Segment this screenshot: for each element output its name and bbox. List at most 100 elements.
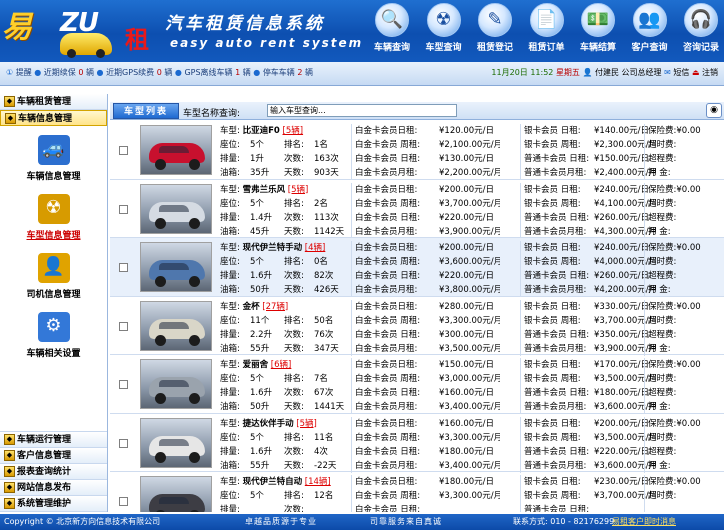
sidebar-item[interactable]: ◆ 客户信息管理	[0, 448, 107, 464]
nav-item[interactable]: ☢ 车型查询	[420, 3, 468, 61]
sidebar-item[interactable]: ◆ 车辆信息管理	[0, 110, 107, 126]
gpsoff-link[interactable]: GPS离线车辆	[184, 68, 232, 77]
price-value: ¥2,200.00元/月	[439, 168, 500, 178]
fee-text: 超时费:	[648, 198, 677, 209]
type-label: 车型:	[220, 418, 240, 429]
price-value: ¥3,500.00元/月	[439, 343, 500, 354]
sidebar-item[interactable]: ◆ 报表查询统计	[0, 464, 107, 480]
days-value: 347天	[314, 343, 339, 354]
price-value: ¥230.00元/日	[594, 477, 650, 487]
nav-item[interactable]: 👥 客户查询	[626, 3, 674, 61]
row-checkbox[interactable]	[119, 438, 128, 448]
row-checkbox[interactable]	[119, 497, 128, 506]
nav-label: 车辆查询	[373, 43, 410, 53]
disp-value: 1升	[250, 154, 264, 164]
days-value: 1441天	[314, 402, 345, 412]
tank-value: 45升	[250, 226, 270, 237]
sidebar-subitem[interactable]: ☢ 车型信息管理	[0, 194, 107, 244]
row-checkbox[interactable]	[119, 380, 128, 389]
car-type-icon: ☢	[37, 194, 70, 224]
car-specs: 车型: 现代伊兰特自动 [14辆]座位:5个排名:12名排量:次数:油箱:天数:	[220, 475, 345, 512]
table-row[interactable]: 车型: 雪弗兰乐风 [5辆] 座位: 5个 排名: 2名 排量: 1.4升 次数: 113次 油箱…	[110, 180, 724, 239]
search-label: 车型名称查询:	[183, 109, 241, 119]
rank-value: 7名	[314, 374, 328, 384]
car-count[interactable]: [27辆]	[262, 302, 288, 312]
price-label: 银卡会员 日租:	[524, 126, 581, 136]
sidebar-item[interactable]: ◆ 车辆租赁管理	[0, 94, 107, 110]
sidebar-item[interactable]: ◆ 系统管理维护	[0, 496, 107, 512]
footer-chat-link[interactable]: 易租客户即时消息	[612, 514, 676, 530]
row-line: 保险费:¥0.00	[648, 124, 724, 138]
headset-icon: 🎧	[684, 3, 718, 37]
table-row[interactable]: 车型: 爱丽舍 [6辆] 座位: 5个 排名: 7名 排量: 1.6升 次数: 67次 油箱: 50…	[110, 355, 724, 414]
row-checkbox[interactable]	[119, 321, 128, 331]
table-row[interactable]: 车型: 现代伊兰特手动 [4辆] 座位: 5个 排名: 0名 排量: 1.6升 次数: 82次油…	[110, 238, 724, 297]
search-button[interactable]: ◉	[706, 103, 722, 118]
row-checkbox[interactable]	[119, 146, 128, 155]
nav-item[interactable]: 🎧 咨询记录	[677, 3, 724, 61]
car-count[interactable]: [5辆]	[296, 419, 317, 429]
fee-text: 超程费:	[648, 329, 677, 340]
price-value: ¥3,700.00元/月	[439, 198, 500, 209]
car-count[interactable]: [6辆]	[271, 360, 292, 370]
sidebar-subitem-label: 车型信息管理	[26, 231, 81, 241]
nav-item[interactable]: ✎ 租赁登记	[471, 3, 519, 61]
wheel-icon	[155, 334, 166, 346]
car-name[interactable]: 现代伊兰特手动	[243, 243, 303, 253]
table-row[interactable]: 车型: 现代伊兰特自动 [14辆]座位:5个排名:12名排量:次数:油箱:天数:…	[110, 472, 724, 512]
due-link[interactable]: 近期续保	[44, 68, 76, 77]
sidebar-subitem-label: 车辆相关设置	[26, 349, 81, 359]
row-line: 押 金:	[648, 459, 724, 473]
sidebar-item[interactable]: ◆ 车辆运行管理	[0, 432, 107, 448]
menu-icon: ◆	[4, 96, 15, 107]
row-line: 超时费:	[648, 431, 724, 445]
sidebar-item[interactable]: ◆ 网站信息发布	[0, 480, 107, 496]
table-row[interactable]: 车型: 捷达伙伴手动 [5辆] 座位: 5个 排名: 11名 排量: 1.6升 次数: 4次 油箱…	[110, 414, 724, 473]
price-label: 银卡会员 日租:	[524, 243, 581, 253]
price-value: ¥3,000.00元/月	[439, 374, 500, 384]
price-label: 白金卡会员日租:	[355, 360, 418, 370]
sms-link[interactable]: 短信	[673, 68, 689, 77]
row-checkbox[interactable]	[119, 263, 128, 272]
row-line: 押 金:	[648, 225, 724, 239]
row-line: 油箱: 50升 天数: 426天	[220, 283, 345, 297]
tank-value: 55升	[250, 343, 270, 354]
sidebar-subitem[interactable]: 🚙 车辆信息管理	[0, 135, 107, 185]
nav-item[interactable]: 🔍 车辆查询	[368, 3, 416, 61]
car-count[interactable]: [14辆]	[305, 477, 331, 487]
car-name[interactable]: 雪弗兰乐风	[243, 185, 286, 195]
price-label: 普通卡会员月租:	[524, 168, 587, 178]
nav-item[interactable]: 💵 车辆结算	[574, 3, 622, 61]
logout-link[interactable]: 注销	[702, 68, 718, 77]
days-label: 天数:	[284, 168, 304, 178]
gps-link[interactable]: 近期GPS续费	[106, 68, 154, 77]
tank-label: 油箱:	[220, 343, 240, 354]
car-name[interactable]: 比亚迪F0	[243, 126, 280, 136]
car-name[interactable]: 爱丽舍	[243, 360, 269, 370]
car-count[interactable]: [5辆]	[288, 185, 309, 195]
times-value: 76次	[314, 329, 334, 340]
fee-text: 押 金:	[648, 226, 671, 237]
nav-item[interactable]: 📄 租赁订单	[523, 3, 571, 61]
type-label: 车型:	[220, 301, 240, 312]
dot-icon: ●	[34, 68, 42, 77]
car-count[interactable]: [5辆]	[283, 126, 304, 136]
row-line: 白金卡会员 日租: ¥220.00元/日	[355, 211, 500, 225]
car-name[interactable]: 现代伊兰特自动	[243, 477, 303, 487]
wheel-icon	[189, 393, 200, 404]
table-row[interactable]: 车型: 金杯 [27辆] 座位: 11个 排名: 50名 排量: 2.2升 次数: 76次 油箱:…	[110, 297, 724, 356]
car-count[interactable]: [4辆]	[305, 243, 326, 253]
sidebar-subitem[interactable]: 👤 司机信息管理	[0, 253, 107, 303]
table-row[interactable]: 车型: 比亚迪F0 [5辆] 座位: 5个 排名: 1名 排量: 1升 次数: 163次 油箱: 3…	[110, 121, 724, 180]
tab-car-type-list[interactable]: 车型列表	[113, 103, 179, 119]
sidebar-bottom-menu: ◆ 车辆运行管理 ◆ 客户信息管理 ◆ 报表查询统计 ◆ 网站信息发布 ◆ 系统管理维护	[0, 432, 107, 512]
sidebar-subitem[interactable]: ⚙ 车辆相关设置	[0, 312, 107, 362]
datetime: 11月20日 11:52	[491, 68, 554, 77]
row-checkbox[interactable]	[119, 204, 128, 214]
seat-label: 座位:	[220, 432, 240, 443]
parked-link[interactable]: 停车车辆	[263, 68, 295, 77]
search-input[interactable]	[267, 104, 457, 117]
car-name[interactable]: 金杯	[243, 302, 260, 312]
parked-unit: 辆	[305, 68, 313, 77]
car-name[interactable]: 捷达伙伴手动	[243, 419, 294, 429]
